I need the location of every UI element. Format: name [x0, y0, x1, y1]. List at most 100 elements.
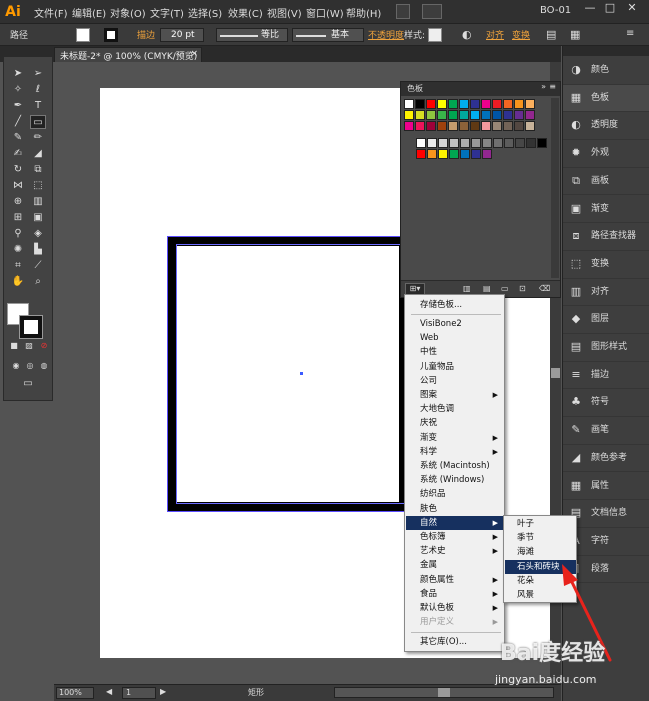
- mesh-tool-icon[interactable]: ⊞: [10, 211, 26, 225]
- swatch[interactable]: [437, 99, 447, 109]
- new-swatch-icon[interactable]: ⊡: [519, 284, 526, 293]
- panel-graphic-styles[interactable]: ▤ 图形样式: [563, 334, 649, 362]
- swatch[interactable]: [415, 99, 425, 109]
- swatch[interactable]: [404, 121, 414, 131]
- menu-item-metal[interactable]: 金属: [406, 558, 503, 572]
- swatch[interactable]: [471, 149, 481, 159]
- panel-color-guide[interactable]: ◢ 颜色参考: [563, 445, 649, 473]
- menu-item-neutral[interactable]: 中性: [406, 345, 503, 359]
- line-tool-icon[interactable]: ╱: [10, 115, 26, 129]
- swatch[interactable]: [448, 110, 458, 120]
- swatch[interactable]: [416, 138, 426, 148]
- column-graph-tool-icon[interactable]: ▙: [30, 243, 46, 257]
- zoom-tool-icon[interactable]: ⌕: [30, 275, 46, 289]
- menu-file[interactable]: 文件(F): [34, 5, 68, 20]
- panel-align[interactable]: ▥ 对齐: [563, 279, 649, 307]
- swatch[interactable]: [492, 99, 502, 109]
- swatch[interactable]: [492, 121, 502, 131]
- arrange-documents-icon[interactable]: [422, 4, 442, 19]
- slice-tool-icon[interactable]: ⟋: [30, 259, 46, 273]
- type-tool-icon[interactable]: T: [30, 99, 46, 113]
- swatch[interactable]: [482, 149, 492, 159]
- stroke-swatch[interactable]: [104, 28, 118, 42]
- isolate-icon[interactable]: ▤: [546, 28, 556, 42]
- submenu-item-foliage[interactable]: 叶子: [505, 517, 576, 531]
- brush-definition[interactable]: 基本: [292, 28, 364, 42]
- rectangle-tool-icon[interactable]: ▭: [30, 115, 46, 129]
- eraser-tool-icon[interactable]: ◢: [30, 147, 46, 161]
- panel-attributes[interactable]: ▦ 属性: [563, 473, 649, 501]
- delete-swatch-icon[interactable]: ⌫: [539, 284, 550, 293]
- menu-item-web[interactable]: Web: [406, 331, 503, 345]
- perspective-grid-tool-icon[interactable]: ▥: [30, 195, 46, 209]
- swatch[interactable]: [460, 149, 470, 159]
- none-mode-icon[interactable]: ⊘: [36, 339, 52, 353]
- menu-item-default-swatches[interactable]: 默认色板 ▶: [406, 601, 503, 615]
- menu-item-skin-tones[interactable]: 肤色: [406, 502, 503, 516]
- swatch[interactable]: [514, 121, 524, 131]
- gradient-mode-icon[interactable]: ▨: [21, 339, 37, 353]
- swatch[interactable]: [525, 121, 535, 131]
- prev-artboard-icon[interactable]: ◀: [106, 687, 112, 696]
- menu-item-art-history[interactable]: 艺术史 ▶: [406, 544, 503, 558]
- workspace-switcher[interactable]: BO-01: [540, 5, 571, 16]
- control-menu-icon[interactable]: ≡: [626, 28, 634, 42]
- menu-item-visibone2[interactable]: VisiBone2: [406, 317, 503, 331]
- menu-item-science[interactable]: 科学 ▶: [406, 445, 503, 459]
- menu-item-color-books[interactable]: 色标簿 ▶: [406, 530, 503, 544]
- menu-item-nature[interactable]: 自然 ▶: [406, 515, 503, 530]
- pencil-tool-icon[interactable]: ✏: [30, 131, 46, 145]
- swatch[interactable]: [404, 110, 414, 120]
- swatch[interactable]: [481, 110, 491, 120]
- swatch[interactable]: [426, 121, 436, 131]
- swatch[interactable]: [470, 99, 480, 109]
- swatch[interactable]: [415, 110, 425, 120]
- scale-tool-icon[interactable]: ⧉: [30, 163, 46, 177]
- paintbrush-tool-icon[interactable]: ✎: [10, 131, 26, 145]
- swatch-options-icon[interactable]: ▤: [483, 284, 491, 293]
- submenu-item-seasons[interactable]: 季节: [505, 531, 576, 545]
- variable-width-profile[interactable]: 等比: [216, 28, 288, 42]
- menu-item-gradients[interactable]: 渐变 ▶: [406, 431, 503, 445]
- gradient-tool-icon[interactable]: ▣: [30, 211, 46, 225]
- swatch[interactable]: [504, 138, 514, 148]
- menu-window[interactable]: 窗口(W): [306, 5, 344, 20]
- fill-icon[interactable]: ■: [6, 339, 22, 353]
- panel-swatches[interactable]: ▦ 色板: [563, 84, 649, 113]
- swatch[interactable]: [427, 149, 437, 159]
- menu-item-textiles[interactable]: 纺织品: [406, 487, 503, 501]
- swatch[interactable]: [514, 110, 524, 120]
- close-button[interactable]: ✕: [622, 1, 642, 17]
- artboard-number-field[interactable]: 1: [122, 687, 156, 699]
- new-color-group-icon[interactable]: ▭: [501, 284, 509, 293]
- menu-view[interactable]: 视图(V): [267, 5, 302, 20]
- swatch[interactable]: [515, 138, 525, 148]
- stroke-color-box[interactable]: [19, 315, 43, 339]
- fill-swatch[interactable]: [76, 28, 90, 42]
- menu-item-system-mac[interactable]: 系统 (Macintosh): [406, 459, 503, 473]
- screen-mode-icon[interactable]: ▭: [20, 377, 36, 391]
- swatch[interactable]: [459, 110, 469, 120]
- swatch[interactable]: [415, 121, 425, 131]
- swatch[interactable]: [470, 110, 480, 120]
- eyedropper-tool-icon[interactable]: ⚲: [10, 227, 26, 241]
- swatches-scrollbar[interactable]: [551, 98, 559, 278]
- swatch[interactable]: [404, 99, 414, 109]
- hand-tool-icon[interactable]: ✋: [10, 275, 26, 289]
- swatch[interactable]: [503, 99, 513, 109]
- menu-item-foods[interactable]: 食品 ▶: [406, 587, 503, 601]
- collapse-icon[interactable]: »: [541, 82, 546, 91]
- swatch[interactable]: [448, 121, 458, 131]
- rotate-tool-icon[interactable]: ↻: [10, 163, 26, 177]
- menu-edit[interactable]: 编辑(E): [72, 5, 106, 20]
- panel-pathfinder[interactable]: ⧈ 路径查找器: [563, 223, 649, 251]
- swatch[interactable]: [503, 121, 513, 131]
- panel-gradient[interactable]: ▣ 渐变: [563, 196, 649, 224]
- selection-tool-icon[interactable]: ➤: [10, 67, 26, 81]
- menu-item-kids-stuff[interactable]: 儿童物品: [406, 360, 503, 374]
- recolor-icon[interactable]: ◐: [462, 28, 472, 42]
- opacity-link[interactable]: 不透明度: [368, 28, 404, 42]
- swatch[interactable]: [437, 121, 447, 131]
- direct-selection-tool-icon[interactable]: ➢: [30, 67, 46, 81]
- swatch[interactable]: [459, 99, 469, 109]
